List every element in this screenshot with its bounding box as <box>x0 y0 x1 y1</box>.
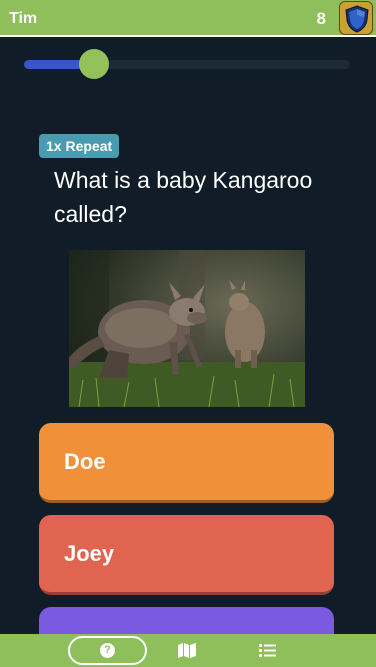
top-bar: Tim 8 <box>0 0 376 37</box>
player-name: Tim <box>9 10 38 27</box>
answer-option-1[interactable]: Doe <box>39 423 334 503</box>
kangaroo-photo <box>69 250 305 407</box>
shield-icon[interactable] <box>339 1 373 35</box>
map-icon[interactable] <box>178 643 196 658</box>
help-button[interactable]: ? <box>68 636 147 665</box>
score-counter: 8 <box>316 9 326 28</box>
progress-bar <box>24 49 350 79</box>
list-icon[interactable] <box>259 643 276 658</box>
answer-option-2[interactable]: Joey <box>39 515 334 595</box>
progress-knob <box>79 49 109 79</box>
bottom-nav: ? <box>0 634 376 667</box>
repeat-badge: 1x Repeat <box>39 134 120 158</box>
question-text: What is a baby Kangaroo called? <box>54 167 313 227</box>
question-circle-icon: ? <box>100 643 115 658</box>
